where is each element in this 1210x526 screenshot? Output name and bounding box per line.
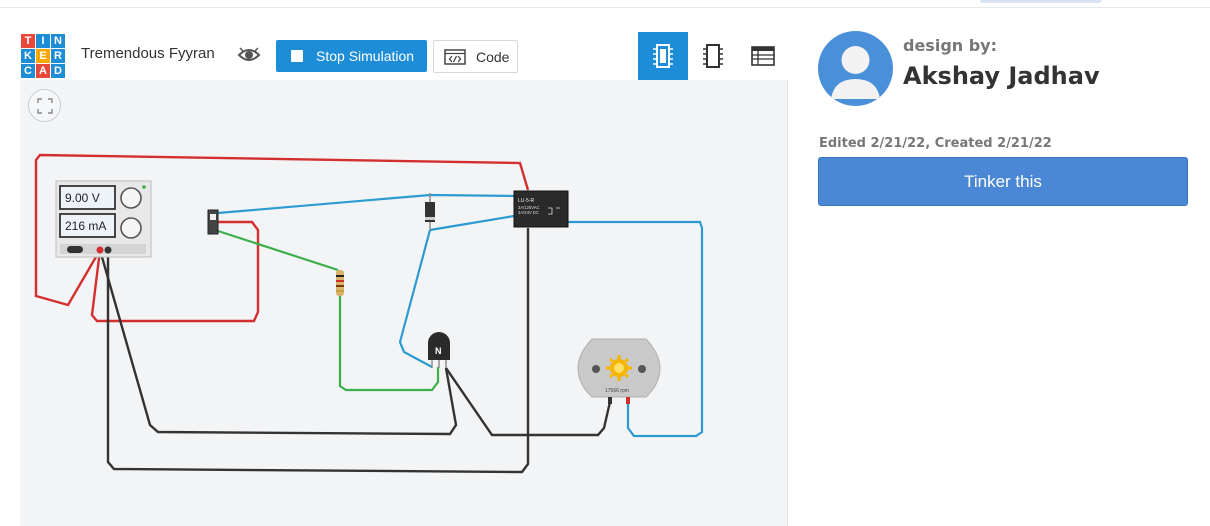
stop-simulation-label: Stop Simulation	[316, 48, 415, 64]
tinker-this-button[interactable]: Tinker this	[818, 157, 1188, 206]
resistor[interactable]	[336, 270, 344, 296]
user-avatar-icon	[831, 46, 880, 99]
tab-component-view[interactable]	[638, 32, 688, 80]
supply-voltage-readout: 9.00 V	[65, 191, 100, 205]
wire-blue-switch-relay	[217, 193, 521, 215]
wire-green	[217, 229, 440, 392]
supply-current-readout: 216 mA	[65, 219, 106, 233]
tinkercad-logo[interactable]: T I N K E R C A D	[21, 34, 65, 78]
edit-created-dates: Edited 2/21/22, Created 2/21/22	[819, 136, 1052, 151]
wire-black-1	[98, 249, 458, 436]
logo-letter: R	[51, 49, 65, 63]
code-editor-icon	[444, 48, 466, 65]
logo-letter: N	[51, 34, 65, 48]
wire-blue-diode-transistor	[398, 229, 433, 368]
code-label: Code	[476, 48, 510, 65]
diode[interactable]	[425, 193, 435, 230]
fit-view-icon	[36, 97, 53, 114]
logo-letter: A	[36, 64, 50, 78]
visibility-eye-icon[interactable]	[237, 44, 261, 66]
designer-avatar[interactable]	[818, 31, 893, 106]
logo-letter: K	[21, 49, 35, 63]
logo-letter: D	[51, 64, 65, 78]
tab-component-list[interactable]	[738, 32, 788, 80]
component-list-icon	[751, 46, 775, 66]
top-tab-indicator	[980, 0, 1102, 3]
stop-simulation-button[interactable]: Stop Simulation	[276, 40, 427, 72]
top-divider	[0, 7, 1210, 8]
zoom-to-fit-button[interactable]	[28, 89, 61, 122]
stop-icon	[291, 50, 303, 62]
wire-blue-relay-motor	[568, 220, 704, 438]
schematic-view-icon	[703, 44, 723, 68]
logo-letter: E	[36, 49, 50, 63]
dc-motor[interactable]	[577, 338, 661, 404]
designer-name[interactable]: Akshay Jadhav	[903, 62, 1100, 90]
relay-spec-dc: 3A/24V DC	[518, 210, 539, 215]
logo-letter: I	[36, 34, 50, 48]
motor-rpm-readout: 17566 rpm	[605, 388, 629, 394]
slide-switch[interactable]	[207, 209, 219, 235]
circuit-canvas[interactable]: 9.00 V 216 mA LU-5-R 3A/125VAC 3A/24V DC…	[20, 80, 788, 526]
logo-letter: T	[21, 34, 35, 48]
component-view-icon	[653, 44, 673, 68]
circuit-diagram[interactable]: 9.00 V 216 mA LU-5-R 3A/125VAC 3A/24V DC…	[20, 80, 787, 526]
wire-blue-diode-relay	[429, 213, 521, 232]
transistor-type-label: N	[435, 346, 442, 356]
tab-schematic-view[interactable]	[688, 32, 738, 80]
code-button[interactable]: Code	[433, 40, 518, 73]
design-by-label: design by:	[903, 36, 998, 55]
logo-letter: C	[21, 64, 35, 78]
relay-model-label: LU-5-R	[518, 198, 535, 204]
project-title[interactable]: Tremendous Fyyran	[81, 45, 215, 62]
